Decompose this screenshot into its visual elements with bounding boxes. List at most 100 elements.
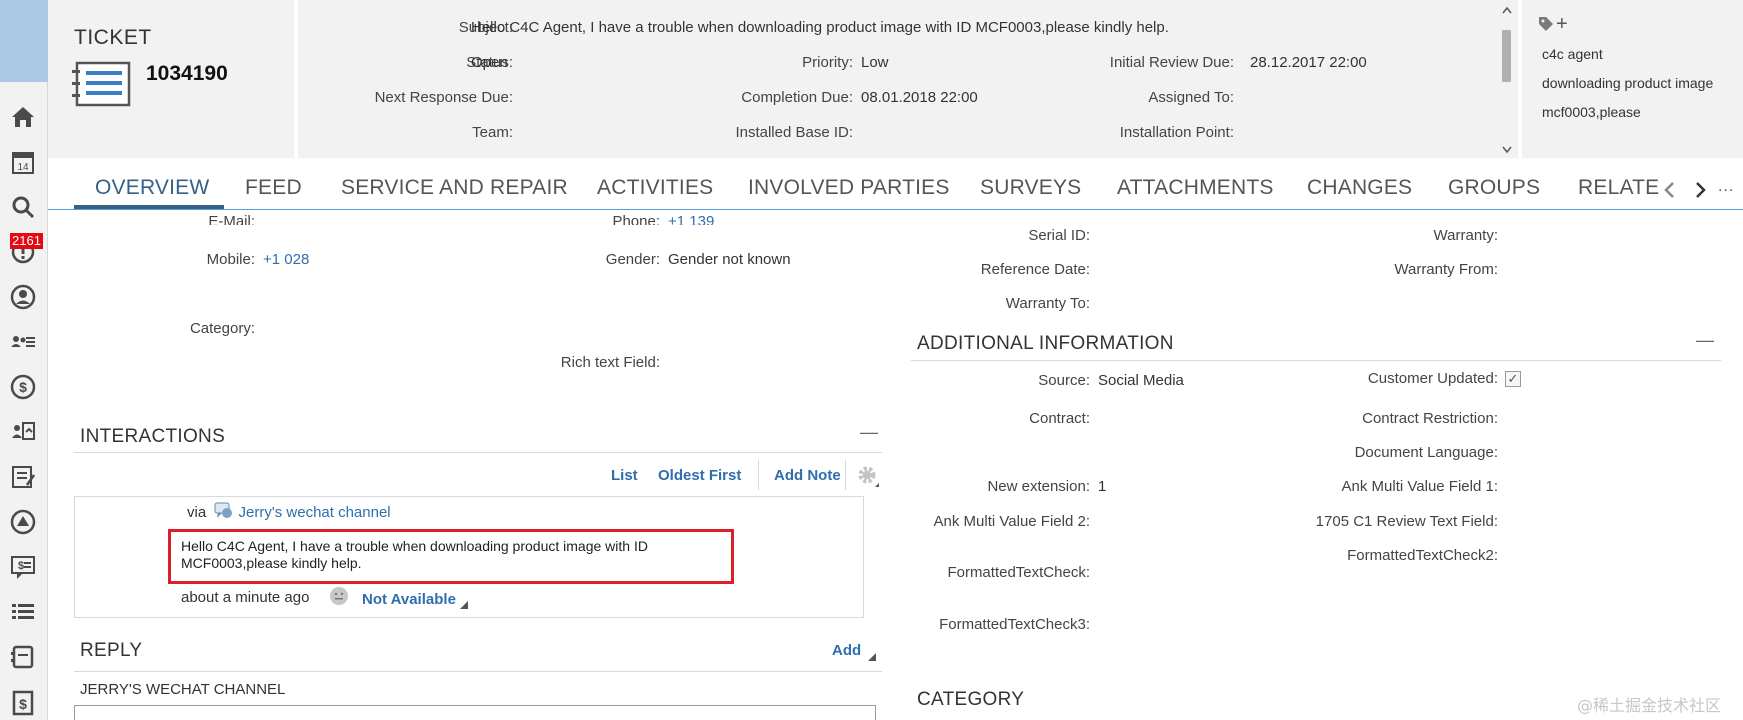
contract-label: Contract:	[1029, 410, 1090, 427]
formatted-text-check-label: FormattedTextCheck:	[947, 564, 1090, 581]
dropdown-corner-icon[interactable]	[868, 653, 876, 661]
new-extension-label: New extension:	[987, 478, 1090, 495]
service-icon[interactable]	[8, 507, 38, 537]
calendar-icon[interactable]: 14	[8, 147, 38, 177]
tag-item[interactable]: downloading product image	[1542, 75, 1713, 91]
tags-panel: + c4c agent downloading product image mc…	[1518, 0, 1743, 158]
ticket-icon	[72, 60, 134, 113]
initial-review-value: 28.12.2017 22:00	[1250, 54, 1367, 71]
active-tab-indicator	[74, 205, 224, 209]
serial-id-label: Serial ID:	[1028, 227, 1090, 244]
channel-link[interactable]: Jerry's wechat channel	[239, 504, 391, 521]
reply-add-button[interactable]: Add	[832, 642, 861, 659]
svg-text:$: $	[19, 696, 27, 712]
header-scrollbar[interactable]	[1500, 4, 1514, 156]
products-icon[interactable]	[8, 642, 38, 672]
quotes-icon[interactable]: $	[8, 552, 38, 582]
subject-value: Hello C4C Agent, I have a trouble when d…	[471, 19, 1169, 36]
via-label: via	[187, 504, 207, 521]
tab-overview[interactable]: OVERVIEW	[95, 176, 209, 200]
initial-review-label: Initial Review Due:	[1109, 54, 1234, 71]
svg-text:$: $	[18, 560, 24, 572]
activities-icon[interactable]	[8, 417, 38, 447]
ticket-id-box: TICKET 1034190	[48, 0, 298, 158]
new-extension-value: 1	[1098, 478, 1107, 495]
formatted-text-check2-label: FormattedTextCheck2:	[1347, 547, 1498, 564]
review-text-label: 1705 C1 Review Text Field:	[1315, 513, 1498, 530]
tab-overflow-menu[interactable]: ...	[1718, 178, 1734, 196]
scroll-down-icon[interactable]	[1500, 142, 1514, 156]
phone-value[interactable]: +1 139	[668, 213, 714, 225]
reference-date-label: Reference Date:	[980, 261, 1090, 278]
neutral-face-icon	[330, 587, 348, 605]
installed-base-label: Installed Base ID:	[735, 124, 853, 141]
tag-item[interactable]: c4c agent	[1542, 46, 1603, 62]
team-label: Team:	[472, 124, 513, 141]
reply-input[interactable]	[74, 705, 876, 720]
completion-label: Completion Due:	[741, 89, 853, 106]
pricing-icon[interactable]: $	[8, 687, 38, 717]
next-response-label: Next Response Due:	[374, 89, 513, 106]
tasks-icon[interactable]	[8, 462, 38, 492]
tab-changes[interactable]: CHANGES	[1307, 176, 1412, 200]
currency-icon[interactable]: $	[8, 372, 38, 402]
reply-channel-label: JERRY'S WECHAT CHANNEL	[80, 681, 286, 698]
search-icon[interactable]	[8, 192, 38, 222]
mobile-value[interactable]: +1 028	[263, 251, 309, 268]
phone-label: Phone:	[612, 213, 660, 225]
contract-restriction-label: Contract Restriction:	[1362, 410, 1498, 427]
scroll-up-icon[interactable]	[1500, 4, 1514, 18]
left-navigation: 14 2161 $ $ $	[0, 0, 48, 720]
customer-updated-checkbox[interactable]: ✓	[1505, 371, 1521, 387]
source-value: Social Media	[1098, 372, 1184, 389]
assigned-label: Assigned To:	[1148, 89, 1234, 106]
tab-surveys[interactable]: SURVEYS	[980, 176, 1081, 200]
contacts-list-icon[interactable]	[8, 327, 38, 357]
tab-feed[interactable]: FEED	[245, 176, 302, 200]
tab-scroll-right-icon[interactable]	[1693, 180, 1707, 200]
category-title: CATEGORY	[917, 689, 1025, 710]
add-note-button[interactable]: Add Note	[774, 467, 841, 484]
reply-title: REPLY	[80, 640, 143, 661]
interactions-title: INTERACTIONS	[80, 426, 226, 447]
gender-value: Gender not known	[668, 251, 791, 268]
dropdown-corner-icon[interactable]	[460, 601, 468, 609]
gender-label: Gender:	[605, 251, 660, 268]
tag-item[interactable]: mcf0003,please	[1542, 104, 1641, 120]
scroll-thumb[interactable]	[1502, 30, 1511, 82]
interactions-collapse-button[interactable]: —	[860, 422, 878, 443]
interaction-time: about a minute ago	[181, 589, 310, 606]
divider	[74, 671, 882, 672]
ticket-header: TICKET 1034190 Subject: Hello C4C Agent,…	[48, 0, 1743, 158]
mobile-label: Mobile:	[206, 251, 255, 268]
ank-multi-1-label: Ank Multi Value Field 1:	[1341, 478, 1498, 495]
formatted-text-check3-label: FormattedTextCheck3:	[939, 616, 1090, 633]
tab-scroll-left-icon[interactable]	[1663, 180, 1677, 200]
account-icon[interactable]	[8, 282, 38, 312]
tag-icon	[1539, 17, 1553, 31]
add-tag-button[interactable]: +	[1556, 13, 1568, 36]
document-language-label: Document Language:	[1354, 444, 1498, 461]
additional-info-collapse-button[interactable]: —	[1696, 330, 1714, 351]
warranty-label: Warranty:	[1433, 227, 1498, 244]
list-view-button[interactable]: List	[611, 467, 638, 484]
tab-groups[interactable]: GROUPS	[1448, 176, 1540, 200]
divider	[911, 360, 1721, 361]
tab-activities[interactable]: ACTIVITIES	[597, 176, 713, 200]
status-value: Open	[471, 54, 508, 71]
additional-info-title: ADDITIONAL INFORMATION	[917, 333, 1174, 354]
warranty-to-label: Warranty To:	[1005, 295, 1090, 312]
tab-related[interactable]: RELATE	[1578, 176, 1696, 200]
notification-badge[interactable]: 2161	[10, 233, 43, 249]
tab-involved-parties[interactable]: INVOLVED PARTIES	[748, 176, 950, 200]
gear-icon[interactable]	[855, 463, 881, 489]
home-icon[interactable]	[8, 102, 38, 132]
tab-service-and-repair[interactable]: SERVICE AND REPAIR	[341, 176, 568, 200]
completion-value: 08.01.2018 22:00	[861, 89, 978, 106]
priority-value: Low	[861, 54, 889, 71]
tab-attachments[interactable]: ATTACHMENTS	[1117, 176, 1274, 200]
availability-status[interactable]: Not Available	[362, 591, 456, 608]
list-icon[interactable]	[8, 597, 38, 627]
oldest-first-button[interactable]: Oldest First	[658, 467, 741, 484]
nav-top-block	[0, 0, 48, 82]
